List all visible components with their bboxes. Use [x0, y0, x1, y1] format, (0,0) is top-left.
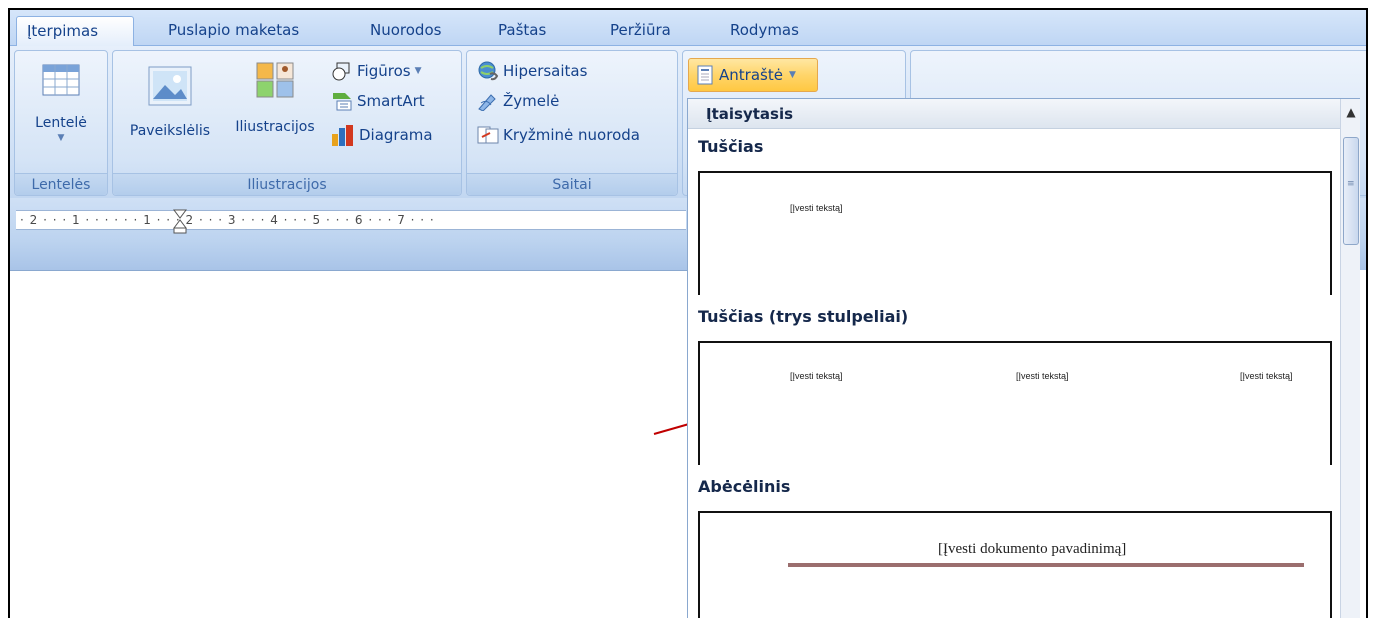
- ribbon-tab-bar: Įterpimas Puslapio maketas Nuorodos Pašt…: [10, 10, 1366, 46]
- group-label-links: Saitai: [467, 173, 677, 195]
- placeholder-text: [Įvesti tekstą]: [790, 203, 843, 213]
- group-links: Hipersaitas Žymelė Kryžminė nuoroda Sait…: [466, 50, 678, 196]
- placeholder-text: [Įvesti tekstą]: [1016, 371, 1069, 381]
- tab-mailings[interactable]: Paštas: [488, 16, 556, 46]
- group-tables: Lentelė ▼ Lentelės: [14, 50, 108, 196]
- hyperlink-button-label: Hipersaitas: [503, 62, 588, 80]
- tab-page-layout[interactable]: Puslapio maketas: [158, 16, 309, 46]
- smartart-icon: [333, 93, 352, 111]
- document-page[interactable]: [10, 270, 688, 618]
- group-label-tables: Lentelės: [15, 173, 107, 195]
- hyperlink-button[interactable]: Hipersaitas: [477, 59, 587, 83]
- placeholder-text: [Įvesti tekstą]: [790, 371, 843, 381]
- chevron-down-icon: ▼: [57, 133, 65, 143]
- tab-references[interactable]: Nuorodos: [360, 16, 451, 46]
- group-label-illustrations: Iliustracijos: [113, 173, 461, 195]
- gallery-category-header: Įtaisytasis: [688, 99, 1344, 129]
- clipart-icon: [256, 62, 294, 98]
- chevron-down-icon: ▼: [788, 70, 796, 80]
- scroll-grip-icon: ≡: [1347, 179, 1355, 189]
- title-rule: [788, 563, 1304, 567]
- chart-button-label: Diagrama: [359, 126, 433, 144]
- word-window: Įterpimas Puslapio maketas Nuorodos Pašt…: [8, 8, 1368, 618]
- header-gallery-dropdown: Įtaisytasis Tuščias [Įvesti tekstą] Tušč…: [687, 98, 1360, 618]
- tab-insert[interactable]: Įterpimas: [16, 16, 134, 46]
- gallery-item-alphabet[interactable]: [Įvesti dokumento pavadinimą]: [698, 511, 1332, 618]
- bookmark-button-label: Žymelė: [503, 92, 560, 110]
- gallery-section-title: Abėcėlinis: [698, 477, 791, 496]
- scroll-up-arrow-icon[interactable]: ▲: [1341, 103, 1361, 121]
- smartart-button-label: SmartArt: [357, 92, 425, 110]
- hyperlink-icon: [478, 61, 499, 81]
- bookmark-button[interactable]: Žymelė: [477, 89, 559, 113]
- tab-view[interactable]: Rodymas: [720, 16, 809, 46]
- gallery-scrollbar[interactable]: ▲ ≡: [1340, 99, 1360, 618]
- gallery-item-blank[interactable]: [Įvesti tekstą]: [698, 171, 1332, 295]
- picture-icon: [148, 66, 192, 106]
- horizontal-ruler[interactable]: · 2 · · · 1 · · · · · · 1 · · · 2 · · · …: [16, 210, 686, 230]
- placeholder-title-text: [Įvesti dokumento pavadinimą]: [938, 541, 1127, 557]
- picture-button[interactable]: Paveikslėlis: [119, 65, 221, 139]
- shapes-icon: [332, 62, 350, 81]
- chart-button[interactable]: Diagrama: [331, 123, 433, 147]
- table-icon: [42, 64, 80, 96]
- clipart-button-label: Iliustracijos: [235, 119, 315, 135]
- picture-button-label: Paveikslėlis: [129, 123, 211, 139]
- tab-review[interactable]: Peržiūra: [600, 16, 681, 46]
- crossref-button[interactable]: Kryžminė nuoroda: [477, 123, 640, 147]
- gallery-item-blank-three-columns[interactable]: [Įvesti tekstą] [Įvesti tekstą] [Įvesti …: [698, 341, 1332, 465]
- header-icon: [697, 65, 713, 85]
- table-button[interactable]: Lentelė ▼: [23, 63, 99, 143]
- bookmark-icon: [478, 94, 496, 111]
- gallery-section-title: Tuščias: [698, 137, 764, 156]
- table-button-label: Lentelė: [35, 115, 87, 131]
- chevron-down-icon: ▼: [414, 66, 422, 76]
- shapes-button-label: Figūros: [357, 62, 411, 80]
- chart-icon: [332, 125, 353, 146]
- indent-marker-icon[interactable]: [172, 208, 188, 234]
- placeholder-text: [Įvesti tekstą]: [1240, 371, 1293, 381]
- crossref-button-label: Kryžminė nuoroda: [503, 126, 640, 144]
- scrollbar-thumb[interactable]: [1343, 137, 1359, 245]
- group-illustrations: Paveikslėlis Iliustracijos Figūros ▼ Sma…: [112, 50, 462, 196]
- gallery-section-title: Tuščias (trys stulpeliai): [698, 307, 909, 326]
- header-button[interactable]: Antraštė ▼: [688, 58, 818, 92]
- smartart-button[interactable]: SmartArt: [331, 89, 425, 113]
- shapes-button[interactable]: Figūros ▼: [331, 59, 421, 83]
- header-button-label: Antraštė: [719, 66, 783, 84]
- clipart-button[interactable]: Iliustracijos: [223, 61, 327, 135]
- cross-reference-icon: [477, 126, 499, 144]
